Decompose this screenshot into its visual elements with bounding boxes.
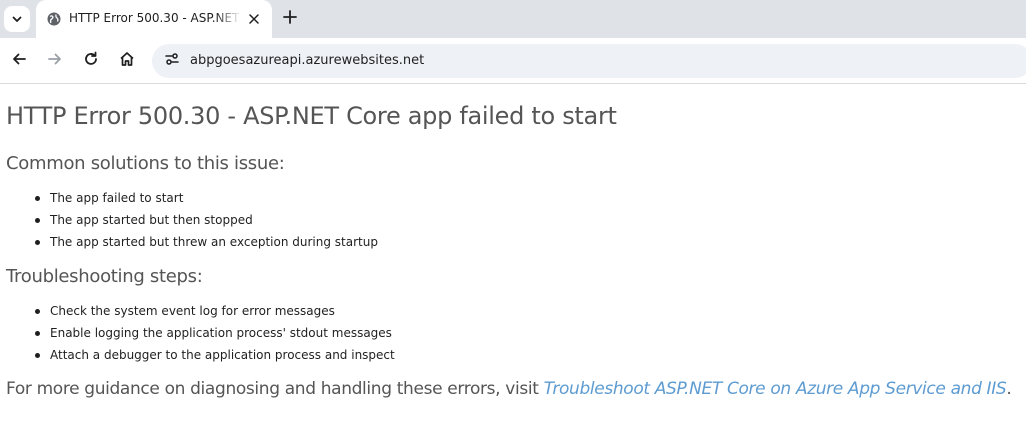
back-arrow-icon bbox=[11, 51, 27, 71]
list-item: Attach a debugger to the application pro… bbox=[6, 344, 395, 366]
site-info-button[interactable] bbox=[160, 49, 184, 73]
list-item: The app failed to start bbox=[6, 187, 378, 209]
forward-arrow-icon bbox=[47, 51, 63, 71]
page-title: HTTP Error 500.30 - ASP.NET Core app fai… bbox=[6, 102, 617, 130]
guidance-text: For more guidance on diagnosing and hand… bbox=[6, 379, 544, 399]
list-item: The app started but threw an exception d… bbox=[6, 231, 378, 253]
troubleshooting-list: Check the system event log for error mes… bbox=[6, 300, 395, 366]
address-bar[interactable]: abpgoesazureapi.azurewebsites.net bbox=[152, 44, 1026, 78]
forward-button[interactable] bbox=[43, 49, 67, 73]
tab-search-button[interactable] bbox=[4, 6, 30, 32]
guidance-paragraph: For more guidance on diagnosing and hand… bbox=[6, 379, 1012, 399]
close-icon[interactable] bbox=[246, 11, 262, 27]
common-solutions-list: The app failed to start The app started … bbox=[6, 187, 378, 253]
list-item: The app started but then stopped bbox=[6, 209, 378, 231]
globe-icon bbox=[46, 11, 62, 27]
home-icon bbox=[119, 51, 135, 71]
new-tab-button[interactable] bbox=[278, 6, 302, 30]
home-button[interactable] bbox=[115, 49, 139, 73]
list-item: Enable logging the application process' … bbox=[6, 322, 395, 344]
troubleshooting-heading: Troubleshooting steps: bbox=[6, 266, 203, 287]
browser-tab-strip: HTTP Error 500.30 - ASP.NET Core app fai… bbox=[0, 0, 1026, 38]
browser-toolbar: abpgoesazureapi.azurewebsites.net bbox=[0, 38, 1026, 84]
chevron-down-icon bbox=[11, 10, 23, 29]
plus-icon bbox=[283, 9, 297, 28]
guidance-period: . bbox=[1006, 379, 1012, 399]
tab-title: HTTP Error 500.30 - ASP.NET Core app fai… bbox=[69, 11, 241, 25]
list-item: Check the system event log for error mes… bbox=[6, 300, 395, 322]
reload-icon bbox=[83, 51, 99, 71]
url-text: abpgoesazureapi.azurewebsites.net bbox=[190, 53, 425, 68]
reload-button[interactable] bbox=[79, 49, 103, 73]
common-solutions-heading: Common solutions to this issue: bbox=[6, 153, 285, 174]
active-tab[interactable]: HTTP Error 500.30 - ASP.NET Core app fai… bbox=[36, 0, 272, 38]
troubleshoot-link[interactable]: Troubleshoot ASP.NET Core on Azure App S… bbox=[544, 379, 1007, 399]
back-button[interactable] bbox=[7, 49, 31, 73]
site-settings-icon bbox=[164, 51, 180, 71]
